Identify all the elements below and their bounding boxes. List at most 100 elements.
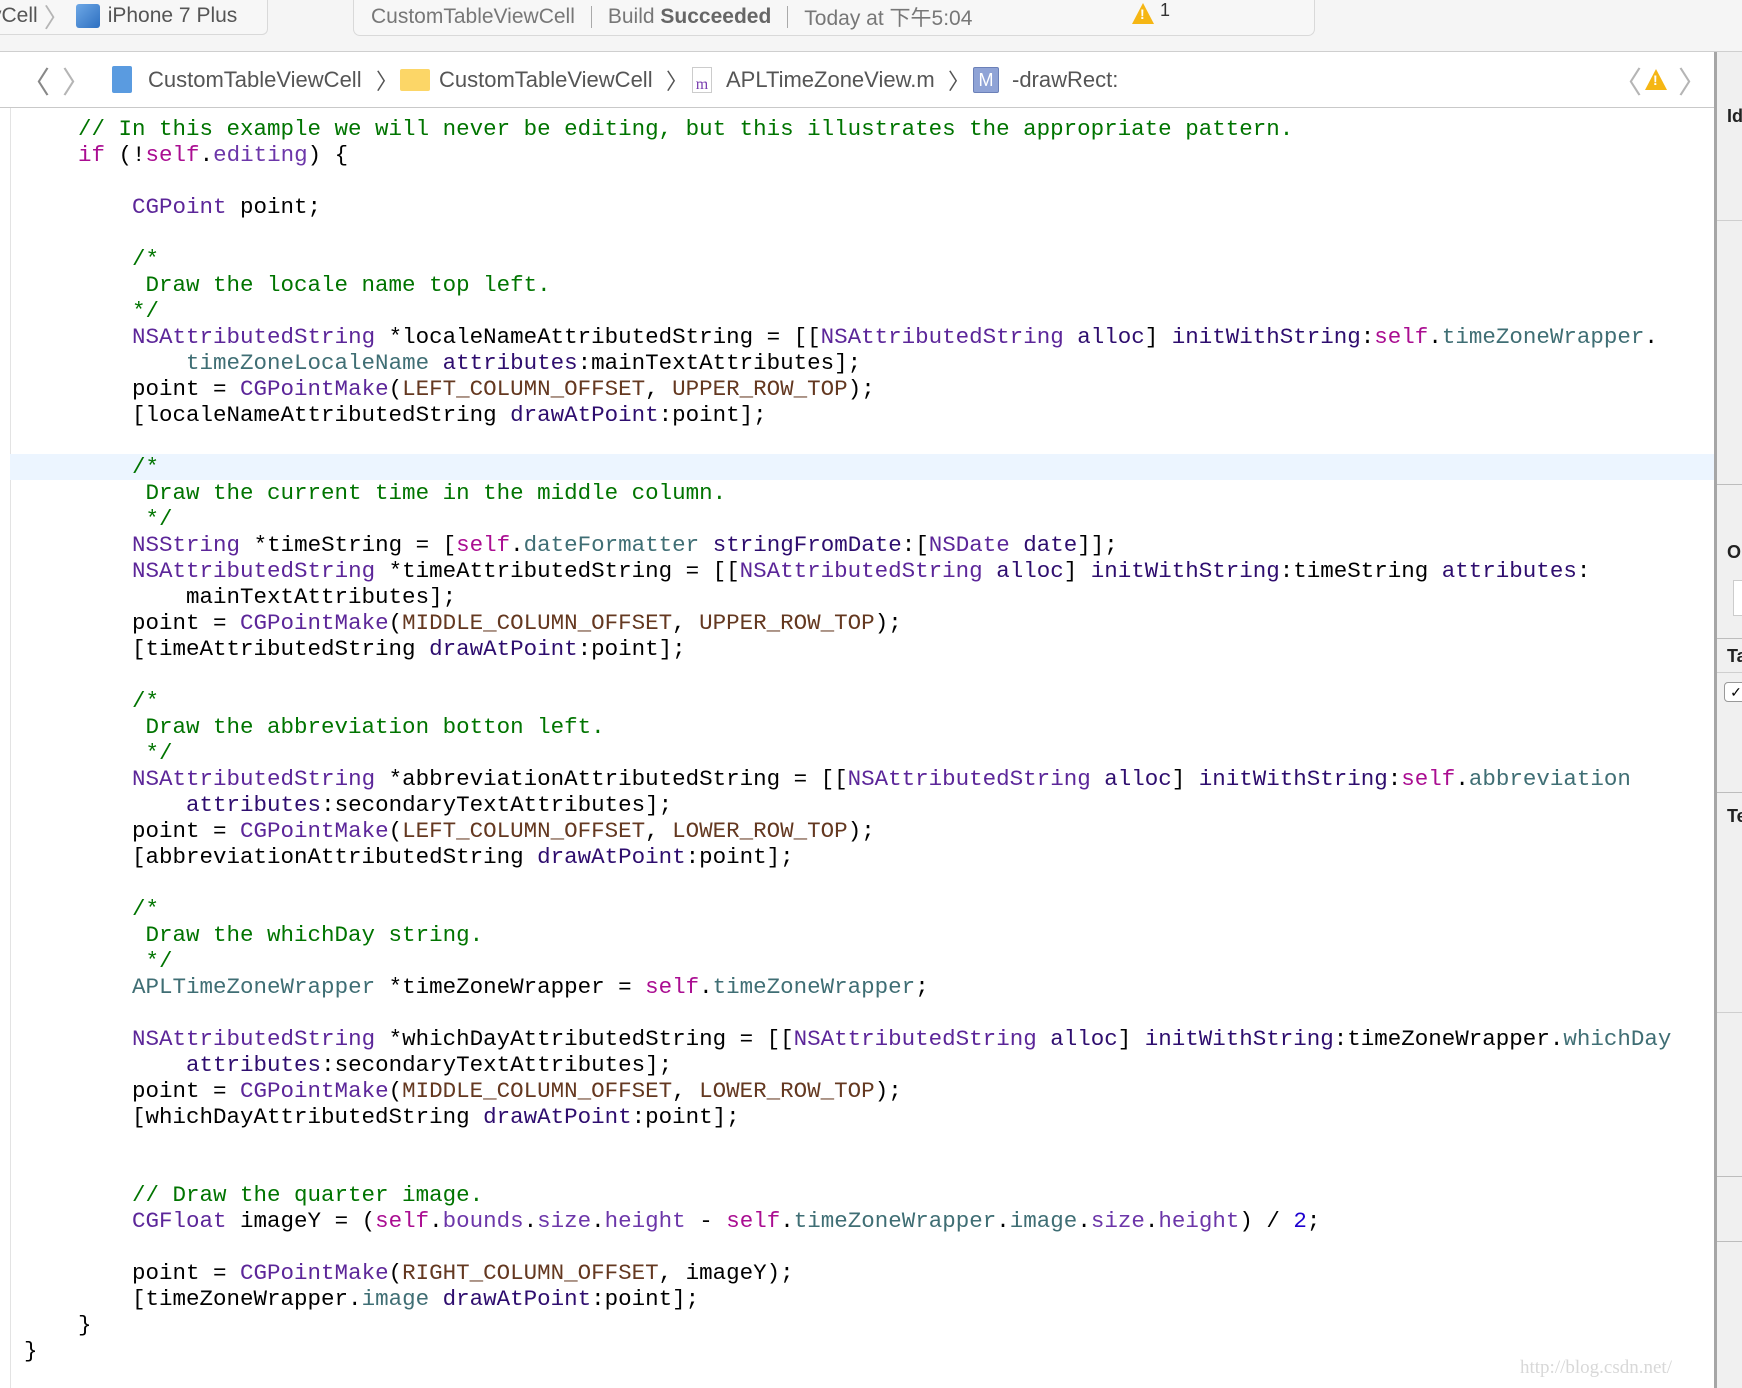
code-token: :point];	[631, 1104, 740, 1130]
next-issue-button[interactable]: 〉	[1678, 52, 1708, 107]
code-line[interactable]: Draw the whichDay string.	[24, 922, 1671, 948]
breadcrumb-method[interactable]: M -drawRect:	[973, 52, 1118, 107]
code-line[interactable]	[24, 1130, 1671, 1156]
code-token: date	[1023, 532, 1078, 558]
previous-issue-button[interactable]: 〈	[1612, 52, 1642, 107]
inspector-field[interactable]	[1733, 580, 1742, 616]
code-token: mainTextAttributes];	[24, 584, 457, 610]
code-token: point =	[24, 376, 241, 402]
code-token: alloc	[1077, 324, 1145, 350]
code-line[interactable]: /*	[24, 688, 1671, 714]
code-line[interactable]: [timeAttributedString drawAtPoint:point]…	[24, 636, 1671, 662]
code-line[interactable]	[24, 428, 1671, 454]
code-token: */	[24, 948, 173, 974]
code-line[interactable]: NSString *timeString = [self.dateFormatt…	[24, 532, 1671, 558]
code-token: CGPoint	[132, 194, 227, 220]
code-lines[interactable]: // In this example we will never be edit…	[24, 116, 1671, 1364]
code-token: .	[1077, 1208, 1091, 1234]
code-line[interactable]	[24, 1234, 1671, 1260]
code-token: NSDate	[928, 532, 1010, 558]
code-token: .	[429, 1208, 443, 1234]
code-line[interactable]: [localeNameAttributedString drawAtPoint:…	[24, 402, 1671, 428]
chevron-right-icon: 〉	[376, 68, 399, 94]
project-file-icon	[112, 66, 132, 93]
code-line[interactable]: Draw the current time in the middle colu…	[24, 480, 1671, 506]
code-token: attributes	[186, 1052, 322, 1078]
code-line[interactable]: */	[24, 298, 1671, 324]
code-line[interactable]: point = CGPointMake(LEFT_COLUMN_OFFSET, …	[24, 376, 1671, 402]
code-line[interactable]: NSAttributedString *timeAttributedString…	[24, 558, 1671, 584]
code-token: ) {	[307, 142, 349, 168]
code-line[interactable]	[24, 168, 1671, 194]
code-line[interactable]: NSAttributedString *whichDayAttributedSt…	[24, 1026, 1671, 1052]
code-token: ) /	[1239, 1208, 1294, 1234]
code-token: LOWER_ROW_TOP	[672, 818, 848, 844]
code-line[interactable]: // In this example we will never be edit…	[24, 116, 1671, 142]
code-line[interactable]: }	[24, 1338, 1671, 1364]
source-editor[interactable]: // In this example we will never be edit…	[0, 108, 1714, 1388]
warning-icon[interactable]	[1132, 3, 1154, 24]
code-token: editing	[213, 142, 308, 168]
breadcrumb-file[interactable]: m APLTimeZoneView.m	[692, 52, 935, 107]
code-line[interactable]: */	[24, 740, 1671, 766]
code-line[interactable]: */	[24, 506, 1671, 532]
code-line[interactable]: point = CGPointMake(LEFT_COLUMN_OFFSET, …	[24, 818, 1671, 844]
code-token: point =	[24, 610, 241, 636]
code-token: ,	[645, 376, 673, 402]
code-line[interactable]: point = CGPointMake(MIDDLE_COLUMN_OFFSET…	[24, 1078, 1671, 1104]
code-line[interactable]: NSAttributedString *abbreviationAttribut…	[24, 766, 1671, 792]
code-line[interactable]: Draw the locale name top left.	[24, 272, 1671, 298]
code-line[interactable]	[24, 220, 1671, 246]
code-token: NSAttributedString	[132, 1026, 376, 1052]
code-line[interactable]: point = CGPointMake(RIGHT_COLUMN_OFFSET,…	[24, 1260, 1671, 1286]
code-line[interactable]: */	[24, 948, 1671, 974]
code-token: drawAtPoint	[537, 844, 686, 870]
code-line[interactable]: /*	[24, 454, 1671, 480]
warning-count[interactable]: 1	[1160, 0, 1170, 21]
inspector-checkbox[interactable]: ✓	[1724, 682, 1742, 702]
code-token: :[	[901, 532, 929, 558]
code-line[interactable]: // Draw the quarter image.	[24, 1182, 1671, 1208]
code-token: (	[388, 1078, 403, 1104]
code-line[interactable]: [timeZoneWrapper.image drawAtPoint:point…	[24, 1286, 1671, 1312]
code-line[interactable]	[24, 662, 1671, 688]
code-line[interactable]	[24, 870, 1671, 896]
code-token: );	[874, 1078, 902, 1104]
warning-icon	[1645, 69, 1667, 90]
code-token: :secondaryTextAttributes];	[321, 792, 673, 818]
code-line[interactable]: [abbreviationAttributedString drawAtPoin…	[24, 844, 1671, 870]
code-line[interactable]	[24, 1000, 1671, 1026]
code-token: ,	[672, 1078, 700, 1104]
breadcrumb-group[interactable]: CustomTableViewCell	[400, 52, 653, 107]
activity-project: CustomTableViewCell	[371, 4, 575, 28]
code-line[interactable]: CGFloat imageY = (self.bounds.size.heigh…	[24, 1208, 1671, 1234]
scheme-selector[interactable]: vCell 〉 iPhone 7 Plus	[0, 0, 268, 35]
code-token: NSString	[132, 532, 241, 558]
code-line[interactable]: /*	[24, 896, 1671, 922]
code-line[interactable]: attributes:secondaryTextAttributes];	[24, 1052, 1671, 1078]
code-line[interactable]: CGPoint point;	[24, 194, 1671, 220]
code-line[interactable]: if (!self.editing) {	[24, 142, 1671, 168]
back-button[interactable]: 〈	[20, 52, 50, 107]
code-token: );	[847, 376, 875, 402]
code-line[interactable]: NSAttributedString *localeNameAttributed…	[24, 324, 1671, 350]
code-line[interactable]: Draw the abbreviation botton left.	[24, 714, 1671, 740]
code-line[interactable]: attributes:secondaryTextAttributes];	[24, 792, 1671, 818]
issue-warning-button[interactable]	[1645, 52, 1667, 107]
code-line[interactable]	[24, 1156, 1671, 1182]
code-line[interactable]: }	[24, 1312, 1671, 1338]
code-token: .	[1428, 324, 1442, 350]
code-line[interactable]: mainTextAttributes];	[24, 584, 1671, 610]
breadcrumb-project[interactable]: CustomTableViewCell	[112, 52, 362, 107]
code-line[interactable]: APLTimeZoneWrapper *timeZoneWrapper = se…	[24, 974, 1671, 1000]
code-token: *timeAttributedString = [[	[375, 558, 740, 584]
code-line[interactable]: point = CGPointMake(MIDDLE_COLUMN_OFFSET…	[24, 610, 1671, 636]
code-line[interactable]: [whichDayAttributedString drawAtPoint:po…	[24, 1104, 1671, 1130]
code-line[interactable]: timeZoneLocaleName attributes:mainTextAt…	[24, 350, 1671, 376]
forward-button[interactable]: 〉	[62, 52, 92, 107]
code-line[interactable]: /*	[24, 246, 1671, 272]
breadcrumb-method-label: -drawRect:	[1012, 66, 1119, 92]
